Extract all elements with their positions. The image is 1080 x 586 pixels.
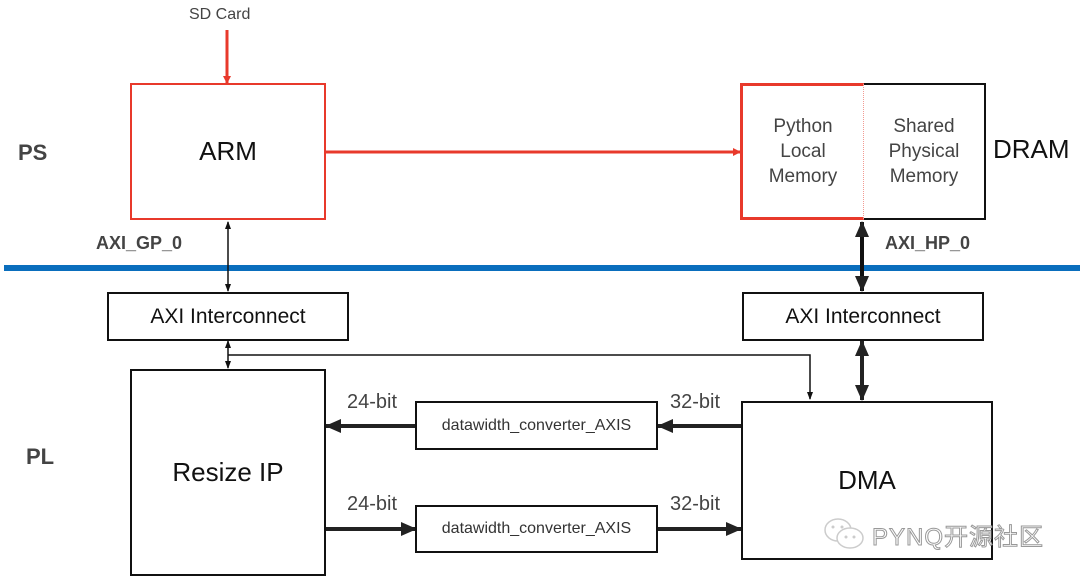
python-local-memory-line: Python — [773, 116, 833, 137]
converter-bottom-in-width: 24-bit — [347, 493, 398, 515]
watermark: PYNQ开源社区 — [822, 516, 1044, 552]
converter-bottom-label: datawidth_converter_AXIS — [441, 520, 632, 537]
dram-label: DRAM — [993, 134, 1070, 164]
axi-interconnect-left-label: AXI Interconnect — [150, 304, 306, 328]
wechat-icon — [824, 518, 864, 549]
shared-physical-memory: Shared Physical Memory — [862, 83, 986, 220]
dram-block: Shared Physical Memory Python Local Memo… — [740, 83, 986, 220]
datawidth-converter-top: datawidth_converter_AXIS — [415, 401, 658, 450]
python-local-memory-line: Memory — [768, 166, 838, 187]
shared-physical-memory-line: Shared — [893, 116, 955, 137]
axi-interconnect-left: AXI Interconnect — [107, 292, 349, 341]
dma-label: DMA — [838, 465, 896, 495]
converter-top-label: datawidth_converter_AXIS — [441, 416, 632, 434]
shared-physical-memory-line: Memory — [889, 166, 959, 187]
axi-gp-0-label: AXI_GP_0 — [96, 233, 183, 253]
pl-region-label: PL — [26, 444, 55, 469]
shared-physical-memory-line: Physical — [888, 141, 960, 162]
axi-hp-0-label: AXI_HP_0 — [885, 233, 971, 253]
watermark-text: PYNQ开源社区 — [871, 523, 1045, 551]
axi-interconnect-right: AXI Interconnect — [742, 292, 984, 341]
resize-ip-label: Resize IP — [172, 457, 284, 487]
python-local-memory: Python Local Memory — [740, 83, 864, 220]
arm-block: ARM — [130, 83, 326, 220]
ps-region-label: PS — [18, 140, 48, 165]
converter-bottom-out-width: 32-bit — [670, 493, 721, 515]
resize-ip-block: Resize IP — [130, 369, 326, 576]
arm-label: ARM — [199, 136, 257, 166]
sd-card-label: SD Card — [189, 6, 251, 23]
axi-interconnect-right-label: AXI Interconnect — [785, 304, 941, 328]
converter-top-in-width: 32-bit — [670, 391, 721, 413]
datawidth-converter-bottom: datawidth_converter_AXIS — [415, 505, 658, 553]
python-local-memory-line: Local — [780, 141, 826, 162]
converter-top-out-width: 24-bit — [347, 391, 398, 413]
